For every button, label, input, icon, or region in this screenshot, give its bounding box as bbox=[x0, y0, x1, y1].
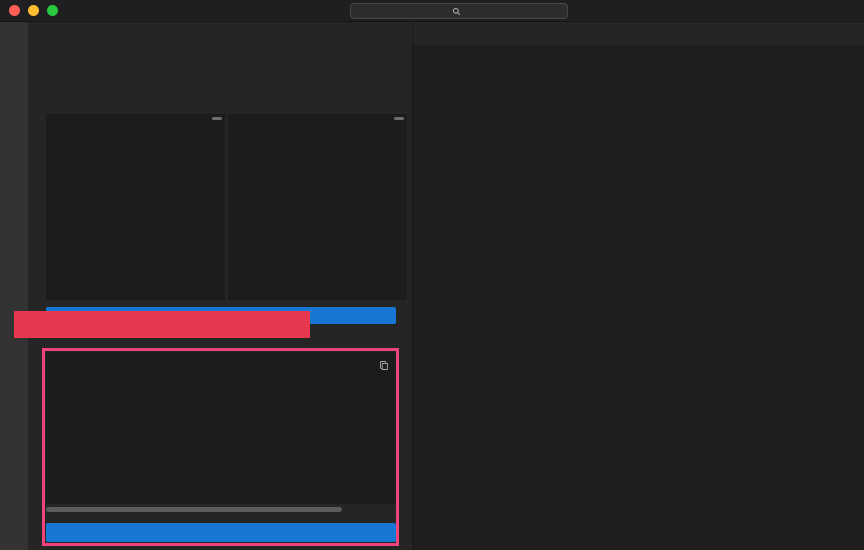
search-icon bbox=[452, 7, 461, 15]
sidebar bbox=[28, 22, 412, 550]
tab-bar bbox=[413, 22, 864, 45]
selected-text-panel bbox=[46, 114, 225, 300]
title-bar bbox=[0, 0, 864, 22]
window-controls bbox=[9, 5, 58, 16]
annotation-label bbox=[14, 311, 310, 338]
run-test-button[interactable] bbox=[46, 523, 396, 542]
minimize-window-button[interactable] bbox=[28, 5, 39, 16]
breadcrumbs bbox=[413, 45, 864, 61]
detected-function-panel bbox=[228, 114, 407, 300]
editor-group bbox=[412, 22, 864, 550]
sidebar-header bbox=[28, 22, 412, 46]
copy-icon[interactable] bbox=[379, 358, 389, 376]
activity-bar bbox=[0, 22, 28, 550]
maximize-window-button[interactable] bbox=[47, 5, 58, 16]
generated-test-block bbox=[46, 352, 396, 504]
code-comparison bbox=[46, 114, 407, 300]
close-window-button[interactable] bbox=[9, 5, 20, 16]
selected-text-chip bbox=[212, 117, 222, 120]
command-center[interactable] bbox=[350, 3, 568, 19]
detected-function-chip bbox=[394, 117, 404, 120]
horizontal-scrollbar[interactable] bbox=[46, 507, 342, 512]
